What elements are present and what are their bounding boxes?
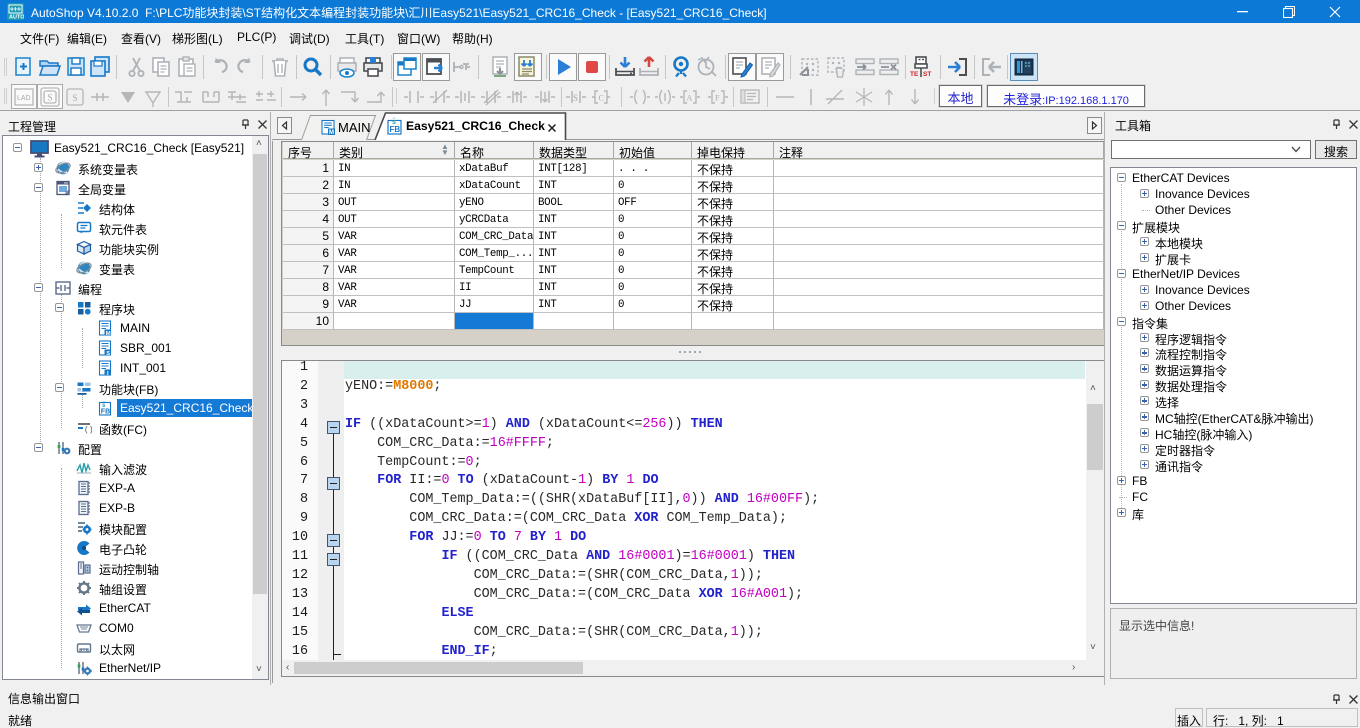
- svg-text:C: C: [599, 94, 604, 103]
- svg-text:LAD: LAD: [17, 95, 31, 102]
- svg-text:(): (): [84, 426, 92, 435]
- svg-text:F: F: [715, 94, 720, 103]
- svg-text:TE: TE: [910, 71, 919, 78]
- svg-text:A: A: [687, 94, 693, 103]
- svg-text:AUTO: AUTO: [9, 15, 24, 21]
- svg-text:s̈: s̈: [392, 118, 396, 126]
- svg-text:S: S: [106, 351, 110, 356]
- svg-text:FB: FB: [390, 125, 401, 134]
- svg-text:S: S: [73, 93, 78, 103]
- svg-text:S: S: [573, 93, 578, 103]
- svg-text:M: M: [106, 331, 111, 336]
- svg-text:FB: FB: [101, 409, 110, 416]
- svg-text:S: S: [48, 93, 53, 103]
- svg-text:M: M: [329, 130, 334, 135]
- svg-text:ST: ST: [923, 71, 931, 78]
